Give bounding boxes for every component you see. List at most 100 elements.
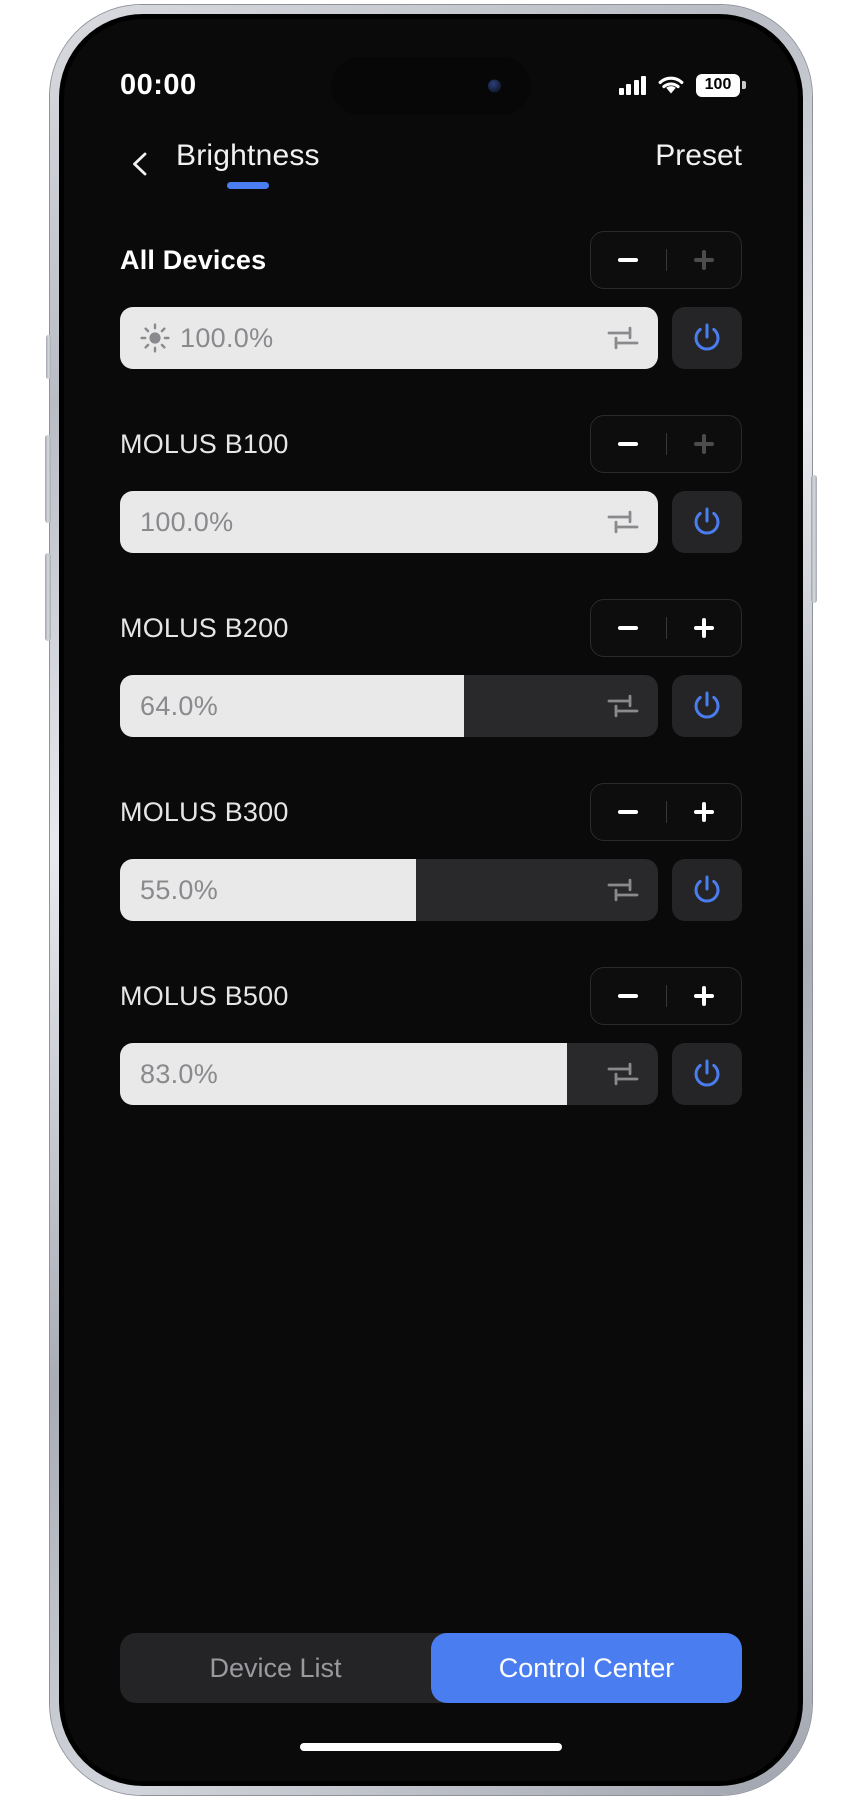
- bottom-tab-bar: Device List Control Center: [120, 1633, 742, 1703]
- power-icon: [694, 507, 720, 535]
- power-toggle-button[interactable]: [672, 307, 742, 369]
- increment-button[interactable]: [667, 968, 742, 1024]
- app-content: Brightness Preset All Devices 100.0% MOL…: [64, 123, 798, 1781]
- power-toggle-button[interactable]: [672, 675, 742, 737]
- home-indicator[interactable]: [300, 1743, 562, 1751]
- preset-button[interactable]: Preset: [655, 139, 742, 189]
- increment-button[interactable]: [667, 416, 742, 472]
- brightness-stepper[interactable]: [590, 783, 742, 841]
- brightness-stepper[interactable]: [590, 967, 742, 1025]
- tab-control-center[interactable]: Control Center: [431, 1633, 742, 1703]
- brightness-slider[interactable]: 100.0%: [120, 307, 658, 369]
- tune-sliders-icon[interactable]: [606, 325, 640, 351]
- device-block-all-devices: All Devices 100.0%: [120, 227, 742, 369]
- brightness-slider[interactable]: 55.0%: [120, 859, 658, 921]
- status-time: 00:00: [120, 68, 197, 101]
- decrement-button[interactable]: [591, 784, 666, 840]
- decrement-button[interactable]: [591, 968, 666, 1024]
- plus-icon: [693, 434, 714, 454]
- volume-up-button[interactable]: [45, 435, 51, 523]
- phone-bezel: 00:00 100 Brightness Preset All Devices …: [59, 14, 803, 1786]
- brightness-value-label: 64.0%: [140, 690, 219, 721]
- decrement-button[interactable]: [591, 416, 666, 472]
- status-indicators: 100: [618, 73, 746, 97]
- brightness-slider[interactable]: 83.0%: [120, 1043, 658, 1105]
- screenshot-stage: 00:00 100 Brightness Preset All Devices …: [0, 0, 862, 1800]
- minus-icon: [618, 442, 639, 446]
- brightness-slider[interactable]: 64.0%: [120, 675, 658, 737]
- brightness-slider-row: 55.0%: [120, 859, 742, 921]
- brightness-value-label: 83.0%: [140, 1058, 219, 1089]
- page-title: Brightness: [176, 139, 320, 172]
- device-name-label: MOLUS B300: [120, 796, 289, 827]
- increment-button[interactable]: [667, 232, 742, 288]
- device-block-molus-b200: MOLUS B200 64.0%: [120, 595, 742, 737]
- minus-icon: [618, 258, 639, 262]
- volume-down-button[interactable]: [45, 553, 51, 641]
- brightness-slider[interactable]: 100.0%: [120, 491, 658, 553]
- plus-icon: [693, 618, 714, 638]
- plus-icon: [693, 802, 714, 822]
- device-name-label: MOLUS B200: [120, 612, 289, 643]
- plus-icon: [693, 986, 714, 1006]
- decrement-button[interactable]: [591, 232, 666, 288]
- phone-screen: 00:00 100 Brightness Preset All Devices …: [64, 19, 798, 1781]
- device-name-label: All Devices: [120, 244, 267, 275]
- minus-icon: [618, 994, 639, 998]
- brightness-slider-row: 100.0%: [120, 307, 742, 369]
- device-header: MOLUS B200: [120, 595, 742, 661]
- silent-switch[interactable]: [46, 335, 51, 379]
- minus-icon: [618, 626, 639, 630]
- phone-frame: 00:00 100 Brightness Preset All Devices …: [45, 5, 817, 1795]
- brightness-slider-row: 64.0%: [120, 675, 742, 737]
- power-icon: [694, 691, 720, 719]
- home-indicator-area: [78, 1703, 784, 1781]
- side-power-button[interactable]: [811, 475, 817, 603]
- increment-button[interactable]: [667, 600, 742, 656]
- battery-level-label: 100: [704, 76, 732, 93]
- device-header: MOLUS B500: [120, 963, 742, 1029]
- brightness-stepper[interactable]: [590, 231, 742, 289]
- brightness-value-label: 100.0%: [180, 322, 274, 353]
- tune-sliders-icon[interactable]: [606, 509, 640, 535]
- brightness-value-label: 100.0%: [140, 506, 234, 537]
- device-block-molus-b100: MOLUS B100 100.0%: [120, 411, 742, 553]
- power-icon: [694, 875, 720, 903]
- battery-icon: 100: [696, 73, 746, 97]
- device-block-molus-b500: MOLUS B500 83.0%: [120, 963, 742, 1105]
- device-header: MOLUS B300: [120, 779, 742, 845]
- brightness-slider-row: 100.0%: [120, 491, 742, 553]
- device-header: MOLUS B100: [120, 411, 742, 477]
- back-button[interactable]: [128, 151, 154, 177]
- tune-sliders-icon[interactable]: [606, 1061, 640, 1087]
- power-toggle-button[interactable]: [672, 1043, 742, 1105]
- chevron-left-icon: [133, 152, 147, 176]
- brightness-sun-icon: [140, 323, 170, 353]
- device-list: All Devices 100.0% MOLUS B100 100.0% MOL…: [78, 227, 784, 1147]
- brightness-stepper[interactable]: [590, 415, 742, 473]
- brightness-value-label: 55.0%: [140, 874, 219, 905]
- active-tab-indicator: [226, 182, 269, 189]
- power-icon: [694, 1059, 720, 1087]
- device-header: All Devices: [120, 227, 742, 293]
- page-title-group: Brightness: [176, 139, 320, 189]
- tune-sliders-icon[interactable]: [606, 877, 640, 903]
- brightness-slider-row: 83.0%: [120, 1043, 742, 1105]
- tab-device-list[interactable]: Device List: [120, 1633, 431, 1703]
- minus-icon: [618, 810, 639, 814]
- cellular-bars-icon: [618, 75, 646, 95]
- brightness-stepper[interactable]: [590, 599, 742, 657]
- device-name-label: MOLUS B100: [120, 428, 289, 459]
- wifi-icon: [657, 75, 685, 95]
- power-toggle-button[interactable]: [672, 859, 742, 921]
- power-toggle-button[interactable]: [672, 491, 742, 553]
- tune-sliders-icon[interactable]: [606, 693, 640, 719]
- device-name-label: MOLUS B500: [120, 980, 289, 1011]
- plus-icon: [693, 250, 714, 270]
- device-block-molus-b300: MOLUS B300 55.0%: [120, 779, 742, 921]
- increment-button[interactable]: [667, 784, 742, 840]
- navigation-bar: Brightness Preset: [78, 123, 784, 205]
- power-icon: [694, 323, 720, 351]
- decrement-button[interactable]: [591, 600, 666, 656]
